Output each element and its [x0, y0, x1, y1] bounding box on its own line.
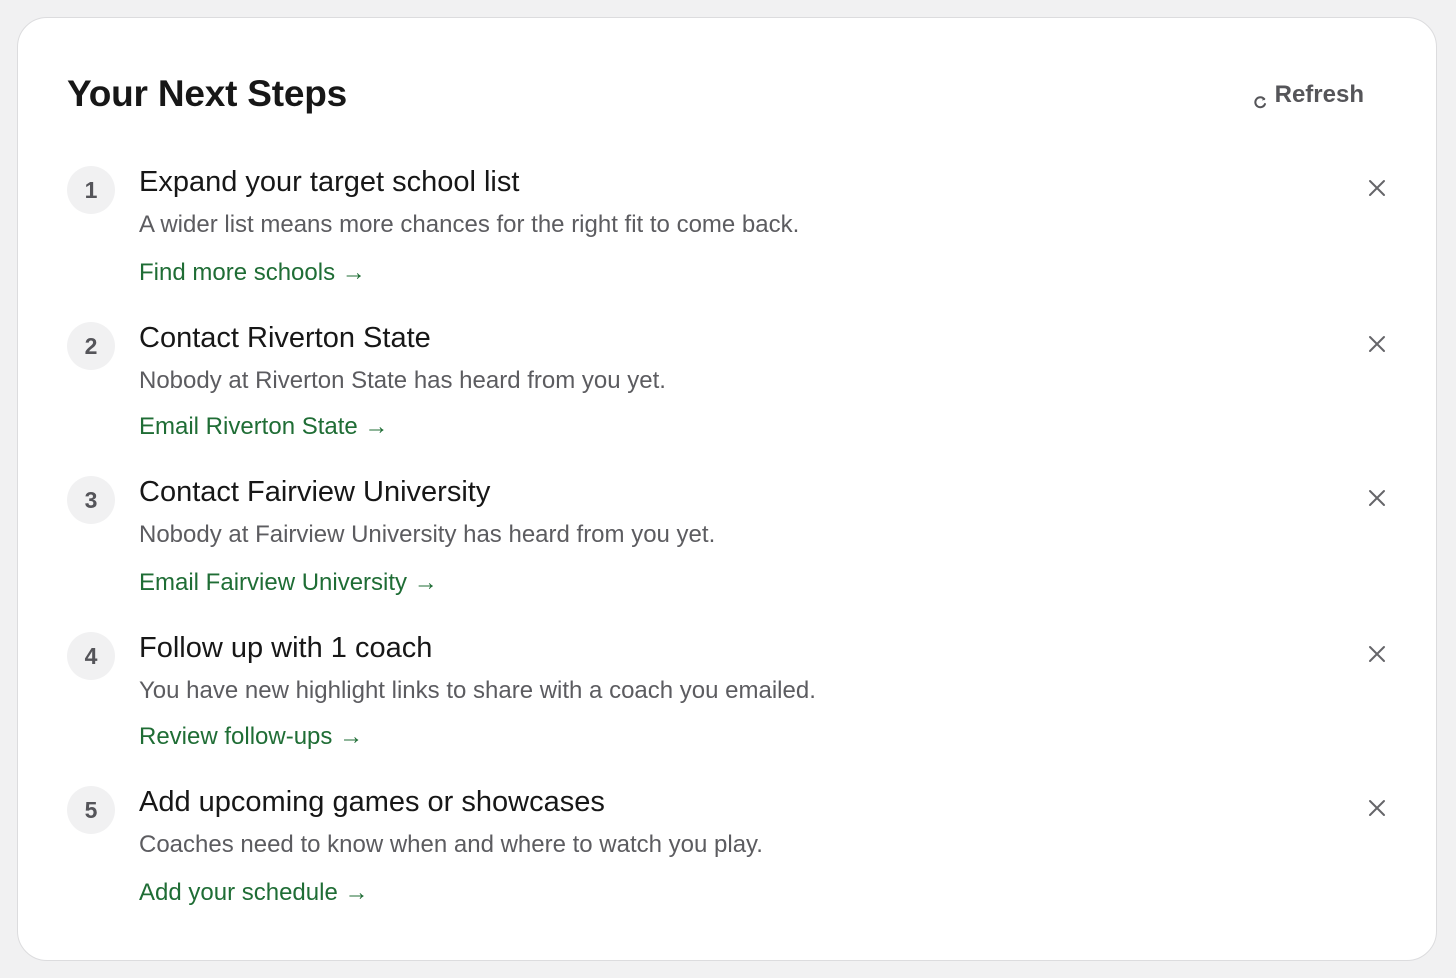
close-icon	[1369, 336, 1385, 352]
step-title: Add upcoming games or showcases	[139, 786, 605, 818]
step-title: Contact Riverton State	[139, 322, 431, 354]
close-icon	[1369, 490, 1385, 506]
step-number: 5	[67, 786, 115, 834]
step-description: You have new highlight links to share wi…	[139, 677, 816, 704]
step-title: Expand your target school list	[139, 166, 520, 198]
step-description: Coaches need to know when and where to w…	[139, 831, 763, 858]
close-icon	[1369, 800, 1385, 816]
dismiss-step-button[interactable]	[1363, 640, 1391, 668]
close-icon	[1369, 646, 1385, 662]
refresh-icon	[1252, 89, 1268, 108]
step-description: Nobody at Riverton State has heard from …	[139, 367, 666, 394]
step-title: Contact Fairview University	[139, 476, 491, 508]
step-item-3: 3 Contact Fairview University Nobody at …	[67, 476, 1389, 606]
step-number: 3	[67, 476, 115, 524]
step-item-4: 4 Follow up with 1 coach You have new hi…	[67, 632, 1389, 762]
step-item-2: 2 Contact Riverton State Nobody at River…	[67, 322, 1389, 452]
dismiss-step-button[interactable]	[1363, 484, 1391, 512]
find-more-schools-link[interactable]: Find more schools →	[139, 258, 366, 288]
step-number: 4	[67, 632, 115, 680]
next-steps-card: Your Next Steps Refresh 1 Expand your ta…	[17, 17, 1437, 961]
close-icon	[1369, 180, 1385, 196]
step-description: A wider list means more chances for the …	[139, 211, 800, 238]
add-your-schedule-link[interactable]: Add your schedule →	[139, 878, 368, 908]
review-follow-ups-link[interactable]: Review follow-ups →	[139, 722, 363, 752]
card-title: Your Next Steps	[67, 73, 348, 114]
email-riverton-state-link[interactable]: Email Riverton State →	[139, 412, 388, 442]
email-fairview-university-link[interactable]: Email Fairview University →	[139, 568, 438, 598]
refresh-button[interactable]: Refresh	[1252, 78, 1364, 112]
step-item-1: 1 Expand your target school list A wider…	[67, 166, 1389, 296]
step-number: 2	[67, 322, 115, 370]
refresh-label: Refresh	[1274, 81, 1364, 108]
step-number: 1	[67, 166, 115, 214]
step-description: Nobody at Fairview University has heard …	[139, 521, 716, 548]
dismiss-step-button[interactable]	[1363, 330, 1391, 358]
step-title: Follow up with 1 coach	[139, 632, 433, 664]
dismiss-step-button[interactable]	[1363, 794, 1391, 822]
dismiss-step-button[interactable]	[1363, 174, 1391, 202]
step-item-5: 5 Add upcoming games or showcases Coache…	[67, 786, 1389, 916]
